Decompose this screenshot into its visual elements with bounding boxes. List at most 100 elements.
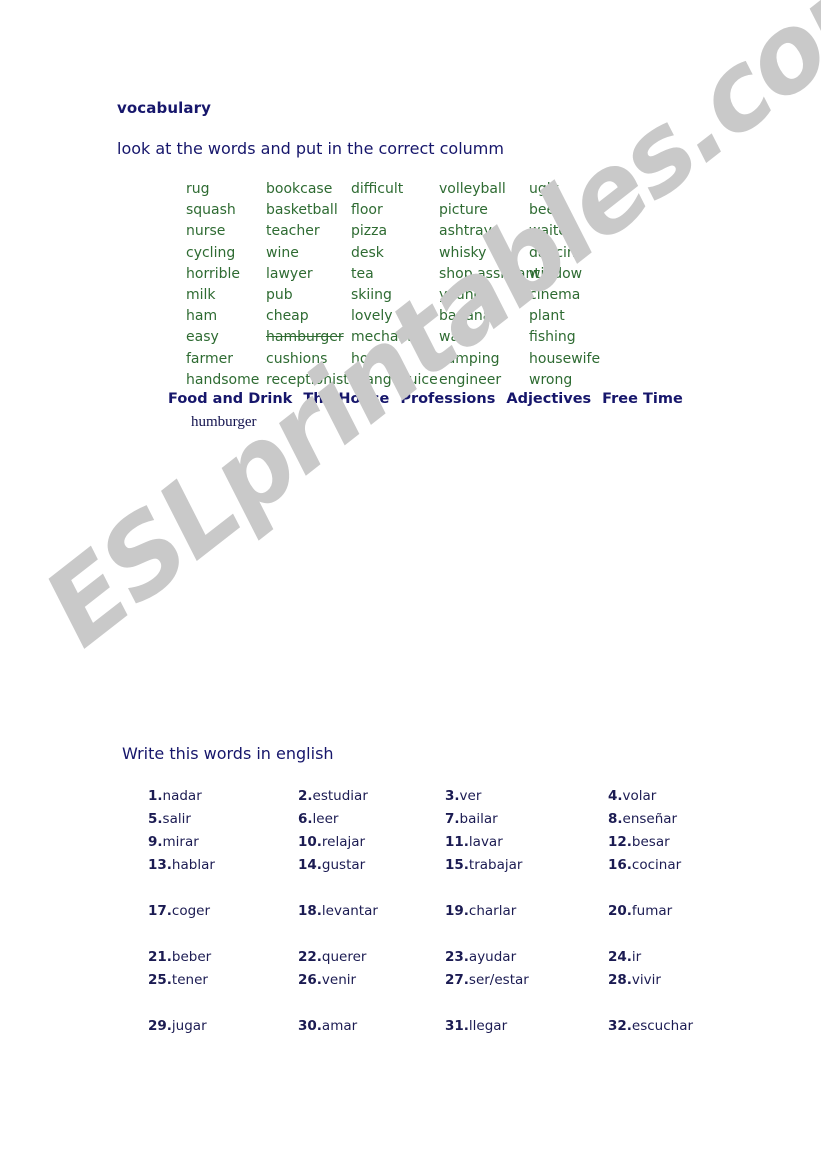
word-bank-item[interactable]: skiing	[351, 285, 439, 306]
verb-word: coger	[171, 903, 211, 919]
word-bank-item[interactable]: dancing	[529, 243, 629, 264]
verb-item[interactable]: 24.ir	[608, 946, 688, 969]
word-bank-item[interactable]: wall	[439, 327, 529, 348]
word-bank-item[interactable]: ashtray	[439, 221, 529, 242]
word-bank-item[interactable]: engineer	[439, 370, 529, 391]
word-bank-item[interactable]: hamburger	[266, 327, 351, 348]
verb-item[interactable]: 25.tener	[148, 969, 298, 992]
word-bank-item[interactable]: pub	[266, 285, 351, 306]
word-bank-item[interactable]: orange juice	[351, 370, 439, 391]
word-bank-item[interactable]: difficult	[351, 179, 439, 200]
word-bank-item[interactable]: horrible	[186, 264, 266, 285]
word-bank-item[interactable]: fishing	[529, 327, 629, 348]
word-bank-item[interactable]: handsome	[186, 370, 266, 391]
word-bank-item[interactable]: wine	[266, 243, 351, 264]
verb-item[interactable]: 21.beber	[148, 946, 298, 969]
verb-item[interactable]: 4.volar	[608, 785, 688, 808]
word-bank-item[interactable]: cycling	[186, 243, 266, 264]
word-bank-item[interactable]: cinema	[529, 285, 629, 306]
word-bank-item[interactable]: floor	[351, 200, 439, 221]
word-bank-item[interactable]: farmer	[186, 349, 266, 370]
verb-number: 17.	[148, 903, 172, 919]
verb-item[interactable]: 29.jugar	[148, 1015, 298, 1038]
word-bank-item[interactable]: cushions	[266, 349, 351, 370]
verb-item[interactable]: 22.querer	[298, 946, 445, 969]
verb-item[interactable]: 27.ser/estar	[445, 969, 608, 992]
verb-item[interactable]: 3.ver	[445, 785, 608, 808]
word-bank-item[interactable]: beer	[529, 200, 629, 221]
word-bank-item[interactable]: basketball	[266, 200, 351, 221]
verb-item[interactable]: 19.charlar	[445, 900, 608, 923]
worksheet-content: vocabulary look at the words and put in …	[0, 0, 821, 1169]
word-bank-item[interactable]: desk	[351, 243, 439, 264]
word-bank-item[interactable]: squash	[186, 200, 266, 221]
verb-item[interactable]: 7.bailar	[445, 808, 608, 831]
verb-word: bailar	[459, 811, 498, 827]
verb-item[interactable]: 16.cocinar	[608, 854, 688, 877]
word-bank-item[interactable]: wrong	[529, 370, 629, 391]
worksheet-page: vocabulary look at the words and put in …	[0, 0, 821, 1169]
word-bank-item[interactable]: easy	[186, 327, 266, 348]
word-bank-item[interactable]: young	[439, 285, 529, 306]
verb-item[interactable]: 9.mirar	[148, 831, 298, 854]
verb-number: 18.	[298, 903, 322, 919]
word-bank-item[interactable]: bookcase	[266, 179, 351, 200]
verb-number: 14.	[298, 857, 322, 873]
word-bank-item[interactable]: shop assistant	[439, 264, 540, 285]
verb-number: 12.	[608, 834, 632, 850]
verb-item[interactable]: 13.hablar	[148, 854, 298, 877]
verb-item[interactable]: 32.escuchar	[608, 1015, 693, 1038]
instruction-text: look at the words and put in the correct…	[117, 139, 504, 158]
word-bank-item[interactable]: rug	[186, 179, 266, 200]
verb-item[interactable]: 18.levantar	[298, 900, 445, 923]
verb-item[interactable]: 2.estudiar	[298, 785, 445, 808]
word-bank-item[interactable]: ham	[186, 306, 266, 327]
verb-word: charlar	[468, 903, 517, 919]
word-bank-item[interactable]: whisky	[439, 243, 529, 264]
verb-item[interactable]: 15.trabajar	[445, 854, 608, 877]
verb-item[interactable]: 28.vivir	[608, 969, 688, 992]
verb-item[interactable]: 20.fumar	[608, 900, 688, 923]
word-bank-item[interactable]: tea	[351, 264, 439, 285]
verb-item[interactable]: 17.coger	[148, 900, 298, 923]
verb-item[interactable]: 31.llegar	[445, 1015, 608, 1038]
answer-food-and-drink: humburger	[191, 414, 257, 430]
verb-item[interactable]: 30.amar	[298, 1015, 445, 1038]
word-bank-item[interactable]: volleyball	[439, 179, 529, 200]
word-bank-item[interactable]: lawyer	[266, 264, 351, 285]
verb-word: estudiar	[312, 788, 368, 804]
word-bank-item[interactable]: cheap	[266, 306, 351, 327]
word-bank-item[interactable]: hot	[351, 349, 439, 370]
word-bank-item[interactable]: camping	[439, 349, 529, 370]
word-bank-item[interactable]: plant	[529, 306, 629, 327]
word-bank-item[interactable]: banana	[439, 306, 529, 327]
verb-word: cocinar	[631, 857, 682, 873]
verb-row: 1.nadar 2.estudiar 3.ver 4.volar	[148, 785, 688, 808]
word-bank-item[interactable]: lovely	[351, 306, 439, 327]
verb-item[interactable]: 14.gustar	[298, 854, 445, 877]
verb-item[interactable]: 23.ayudar	[445, 946, 608, 969]
verb-item[interactable]: 26.venir	[298, 969, 445, 992]
verb-item[interactable]: 10.relajar	[298, 831, 445, 854]
word-bank-item[interactable]: ugly	[529, 179, 629, 200]
word-bank-row: ham cheap lovely banana plant	[186, 306, 646, 327]
word-bank-item[interactable]: teacher	[266, 221, 351, 242]
verb-item[interactable]: 5.salir	[148, 808, 298, 831]
word-bank-item[interactable]: window	[529, 264, 629, 285]
verb-item[interactable]: 6.leer	[298, 808, 445, 831]
word-bank-item[interactable]: receptionist	[266, 370, 351, 391]
verb-word: mirar	[162, 834, 199, 850]
word-bank-item[interactable]: picture	[439, 200, 529, 221]
verb-number: 25.	[148, 972, 172, 988]
verb-item[interactable]: 12.besar	[608, 831, 688, 854]
word-bank-item[interactable]: pizza	[351, 221, 439, 242]
word-bank-item[interactable]: housewife	[529, 349, 629, 370]
verb-item[interactable]: 11.lavar	[445, 831, 608, 854]
word-bank-item[interactable]: mechanic	[351, 327, 439, 348]
verb-item[interactable]: 1.nadar	[148, 785, 298, 808]
word-bank-item[interactable]: milk	[186, 285, 266, 306]
word-bank-item[interactable]: waiter	[529, 221, 629, 242]
word-bank-row: horrible lawyer tea shop assistant window	[186, 264, 646, 285]
verb-item[interactable]: 8.enseñar	[608, 808, 688, 831]
word-bank-item[interactable]: nurse	[186, 221, 266, 242]
